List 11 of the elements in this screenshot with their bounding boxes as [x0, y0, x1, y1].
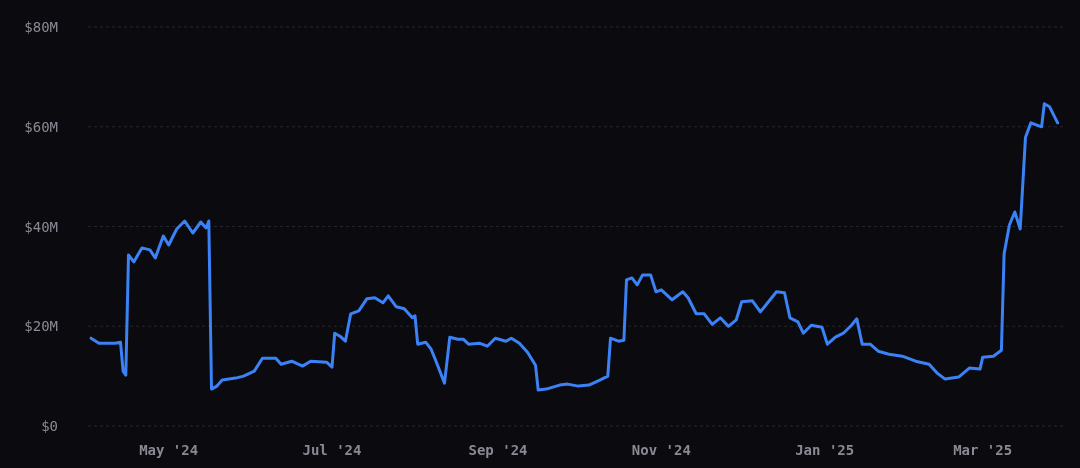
y-axis-label: $40M	[24, 218, 58, 235]
x-axis-label: Jan '25	[795, 442, 855, 458]
y-axis-label: $60M	[24, 118, 58, 135]
x-axis-label: May '24	[139, 442, 199, 458]
x-axis-label: Sep '24	[468, 442, 528, 458]
y-axis-label: $0	[41, 418, 58, 434]
x-axis-label: Jul '24	[302, 442, 362, 458]
x-axis-label: Mar '25	[953, 442, 1013, 458]
x-axis-label: Nov '24	[631, 442, 691, 458]
y-axis-label: $20M	[24, 318, 58, 335]
y-axis-label: $80M	[24, 19, 58, 35]
